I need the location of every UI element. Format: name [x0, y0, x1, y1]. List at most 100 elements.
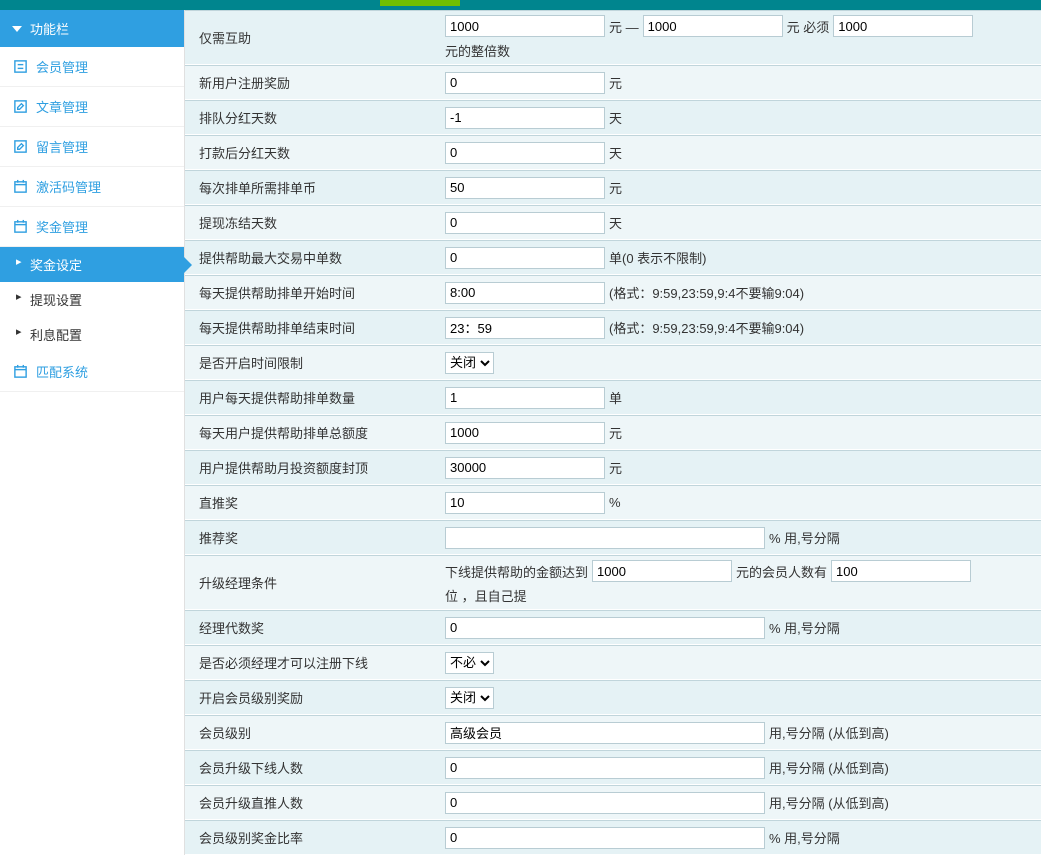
row-withdraw-freeze-days: 提现冻结天数 天 [185, 205, 1041, 240]
unit-text: 元 [609, 458, 622, 477]
field-label: 提供帮助最大交易中单数 [185, 248, 445, 267]
chevron-down-icon [12, 26, 22, 32]
row-max-trades: 提供帮助最大交易中单数 单(0 表示不限制) [185, 240, 1041, 275]
field-label: 会员升级直推人数 [185, 793, 445, 812]
field-label: 会员级别 [185, 723, 445, 742]
unit-text: 元 [609, 73, 622, 92]
sidebar-item-article[interactable]: 文章管理 [0, 87, 184, 127]
field-label: 每次排单所需排单币 [185, 178, 445, 197]
field-label: 是否必须经理才可以注册下线 [185, 653, 445, 672]
field-label: 每天提供帮助排单结束时间 [185, 318, 445, 337]
sidebar-item-activation[interactable]: 激活码管理 [0, 167, 184, 207]
row-upgrade-downline: 会员升级下线人数 用,号分隔 (从低到高) [185, 750, 1041, 785]
manager-amount-input[interactable] [592, 560, 732, 582]
submenu-withdraw-setting[interactable]: 提现设置 [0, 282, 184, 317]
manager-gen-input[interactable] [445, 617, 765, 639]
unit-text: 用,号分隔 (从低到高) [769, 758, 889, 777]
queue-coin-input[interactable] [445, 177, 605, 199]
row-monthly-cap: 用户提供帮助月投资额度封顶 元 [185, 450, 1041, 485]
max-trades-input[interactable] [445, 247, 605, 269]
end-time-input[interactable] [445, 317, 605, 339]
unit-text: 天 [609, 108, 622, 127]
row-level-bonus-ratio: 会员级别奖金比率 % 用,号分隔 [185, 820, 1041, 855]
calendar-icon [12, 364, 28, 380]
field-label: 经理代数奖 [185, 618, 445, 637]
post-text: 位 ，且自己提 [445, 586, 527, 605]
row-queue-dividend-days: 排队分红天数 天 [185, 100, 1041, 135]
member-level-input[interactable] [445, 722, 765, 744]
sidebar-header[interactable]: 功能栏 [0, 10, 184, 47]
unit-text: % [609, 495, 621, 510]
top-bar [0, 0, 1041, 10]
row-manager-gen-reward: 经理代数奖 % 用,号分隔 [185, 610, 1041, 645]
hint-text: (格式：9:59,23:59,9:4不要输9:04) [609, 318, 804, 337]
row-register-reward: 新用户注册奖励 元 [185, 65, 1041, 100]
unit-text: 元的整倍数 [445, 41, 510, 60]
unit-text: 用,号分隔 (从低到高) [769, 723, 889, 742]
monthly-cap-input[interactable] [445, 457, 605, 479]
calendar-icon [12, 179, 28, 195]
referral-reward-input[interactable] [445, 527, 765, 549]
mutual-max-input[interactable] [643, 15, 783, 37]
withdraw-freeze-input[interactable] [445, 212, 605, 234]
submenu-interest-config[interactable]: 利息配置 [0, 317, 184, 352]
mid-text: 元的会员人数有 [736, 562, 827, 581]
direct-reward-input[interactable] [445, 492, 605, 514]
level-reward-select[interactable]: 关闭 [445, 687, 494, 709]
field-label: 排队分红天数 [185, 108, 445, 127]
row-end-time: 每天提供帮助排单结束时间 (格式：9:59,23:59,9:4不要输9:04) [185, 310, 1041, 345]
top-accent [380, 0, 460, 6]
upgrade-direct-input[interactable] [445, 792, 765, 814]
field-label: 升级经理条件 [185, 573, 445, 592]
sidebar-item-message[interactable]: 留言管理 [0, 127, 184, 167]
submenu-label: 奖金设定 [30, 258, 82, 273]
time-limit-select[interactable]: 关闭 [445, 352, 494, 374]
manager-count-input[interactable] [831, 560, 971, 582]
unit-text: 单 [609, 388, 622, 407]
list-icon [12, 59, 28, 75]
row-direct-reward: 直推奖 % [185, 485, 1041, 520]
register-reward-input[interactable] [445, 72, 605, 94]
sidebar-item-label: 激活码管理 [36, 177, 101, 196]
unit-text: 单(0 表示不限制) [609, 248, 707, 267]
upgrade-downline-input[interactable] [445, 757, 765, 779]
daily-queue-input[interactable] [445, 387, 605, 409]
mutual-min-input[interactable] [445, 15, 605, 37]
sidebar-item-member[interactable]: 会员管理 [0, 47, 184, 87]
mutual-multiple-input[interactable] [833, 15, 973, 37]
submenu-label: 提现设置 [30, 293, 82, 308]
unit-text: 天 [609, 213, 622, 232]
start-time-input[interactable] [445, 282, 605, 304]
sidebar-item-label: 奖金管理 [36, 217, 88, 236]
field-label: 用户提供帮助月投资额度封顶 [185, 458, 445, 477]
unit-text: 元 [609, 178, 622, 197]
sidebar-item-bonus[interactable]: 奖金管理 [0, 207, 184, 247]
sidebar-item-label: 留言管理 [36, 137, 88, 156]
hint-text: (格式：9:59,23:59,9:4不要输9:04) [609, 283, 804, 302]
level-bonus-input[interactable] [445, 827, 765, 849]
row-mutual-aid: 仅需互助 元 — 元 必须 元的整倍数 [185, 10, 1041, 65]
row-time-limit-toggle: 是否开启时间限制 关闭 [185, 345, 1041, 380]
field-label: 打款后分红天数 [185, 143, 445, 162]
row-queue-coin-needed: 每次排单所需排单币 元 [185, 170, 1041, 205]
row-member-level: 会员级别 用,号分隔 (从低到高) [185, 715, 1041, 750]
submenu-bonus-setting[interactable]: 奖金设定 [0, 247, 184, 282]
queue-dividend-input[interactable] [445, 107, 605, 129]
unit-text: % 用,号分隔 [769, 618, 840, 637]
sidebar-item-label: 文章管理 [36, 97, 88, 116]
row-post-pay-dividend-days: 打款后分红天数 天 [185, 135, 1041, 170]
row-upgrade-direct: 会员升级直推人数 用,号分隔 (从低到高) [185, 785, 1041, 820]
calendar-icon [12, 219, 28, 235]
field-label: 每天用户提供帮助排单总额度 [185, 423, 445, 442]
unit-text: 天 [609, 143, 622, 162]
daily-amount-input[interactable] [445, 422, 605, 444]
row-manager-required: 是否必须经理才可以注册下线 不必 [185, 645, 1041, 680]
field-label: 提现冻结天数 [185, 213, 445, 232]
sidebar-item-matching[interactable]: 匹配系统 [0, 352, 184, 392]
field-label: 用户每天提供帮助排单数量 [185, 388, 445, 407]
manager-required-select[interactable]: 不必 [445, 652, 494, 674]
field-label: 仅需互助 [185, 28, 445, 47]
sidebar-header-label: 功能栏 [30, 19, 69, 38]
field-label: 是否开启时间限制 [185, 353, 445, 372]
post-pay-dividend-input[interactable] [445, 142, 605, 164]
